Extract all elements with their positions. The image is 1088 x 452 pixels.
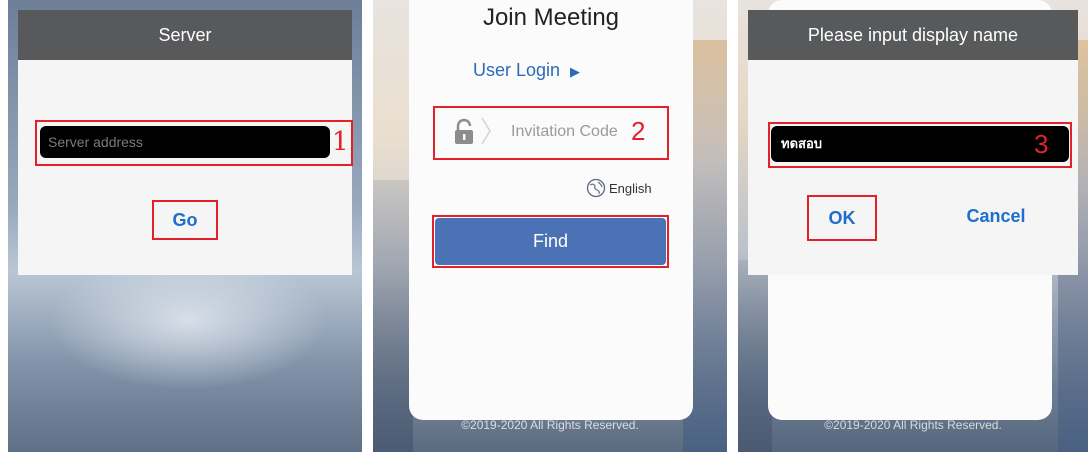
step-number-1: 1	[332, 127, 349, 157]
play-triangle-icon: ▶	[570, 64, 581, 79]
step-number-3: 3	[1034, 129, 1049, 159]
find-button[interactable]: Find	[435, 218, 666, 265]
server-panel: Server Server address 1 Go	[8, 0, 362, 452]
server-dialog-title: Server	[18, 10, 352, 60]
cancel-button[interactable]: Cancel	[956, 195, 1036, 241]
user-login-link[interactable]: User Login ▶	[473, 60, 673, 81]
step-number-2: 2	[631, 116, 646, 146]
globe-icon[interactable]	[586, 178, 606, 198]
display-name-input[interactable]: ทดสอบ	[771, 126, 1069, 162]
user-login-label: User Login	[473, 60, 561, 80]
language-selector[interactable]: English	[609, 179, 652, 199]
join-meeting-panel: Join Meeting User Login ▶ Invitation Code…	[373, 0, 727, 452]
display-name-dialog-title: Please input display name	[748, 10, 1078, 60]
join-meeting-title: Join Meeting	[482, 4, 620, 31]
background-buildings-left	[373, 180, 413, 452]
server-address-input[interactable]: Server address	[40, 126, 330, 158]
go-button[interactable]: Go	[152, 200, 218, 240]
ok-button[interactable]: OK	[807, 195, 877, 241]
invitation-code-input[interactable]: Invitation Code	[511, 120, 618, 144]
lock-icon	[455, 118, 473, 144]
chevron-right-icon	[481, 117, 491, 145]
copyright-text: ©2019-2020 All Rights Reserved.	[461, 418, 639, 432]
server-dialog-body	[18, 60, 352, 275]
display-name-panel: Please input display name ทดสอบ 3 OK Can…	[738, 0, 1088, 452]
copyright-text: ©2019-2020 All Rights Reserved.	[824, 418, 1002, 432]
